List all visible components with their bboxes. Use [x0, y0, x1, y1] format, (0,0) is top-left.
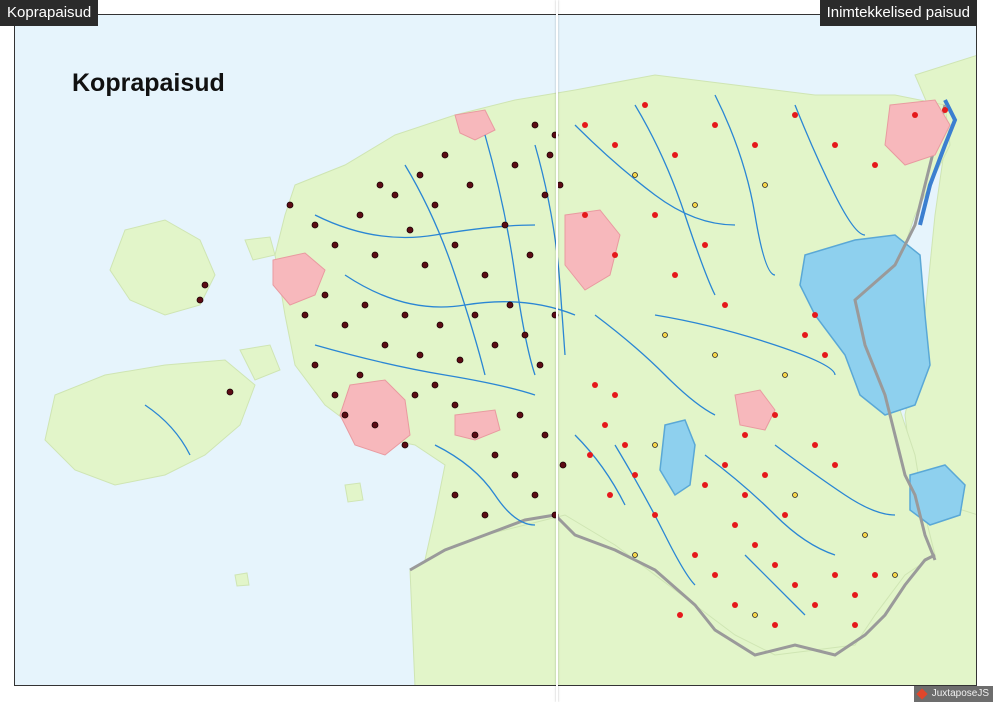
juxtapose-logo-icon: [916, 688, 928, 700]
right-panel-label: Inimtekkelised paisud: [819, 0, 977, 26]
muhu-island: [239, 344, 281, 381]
small-island: [344, 482, 364, 503]
estonia-map: [44, 55, 976, 685]
comparison-slider-handle[interactable]: [556, 0, 558, 702]
vormsi-island: [244, 236, 276, 261]
saaremaa-island: [44, 359, 256, 486]
ruhnu-island: [234, 572, 250, 587]
map-frame: Koprapaisud: [14, 14, 977, 686]
left-panel-label: Koprapaisud: [0, 0, 99, 26]
juxtapose-credit[interactable]: JuxtaposeJS: [913, 686, 993, 702]
map-title: Koprapaisud: [72, 69, 225, 97]
credit-text: JuxtaposeJS: [931, 688, 989, 699]
